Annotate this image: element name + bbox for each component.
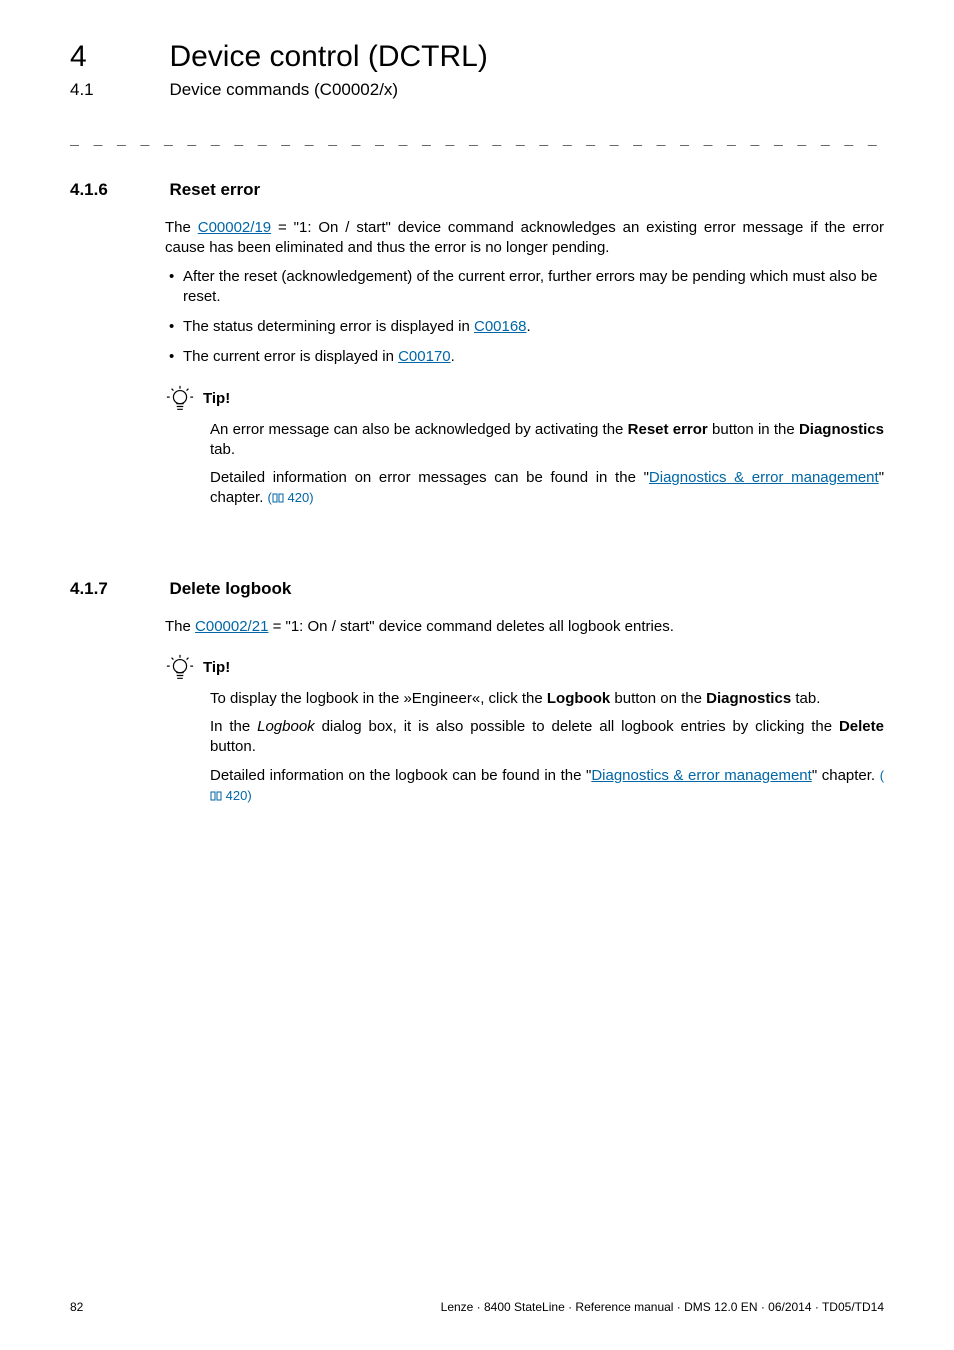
link-diagnostics-error-mgmt[interactable]: Diagnostics & error management [649, 469, 879, 486]
book-icon [210, 788, 222, 806]
divider-dashes: _ _ _ _ _ _ _ _ _ _ _ _ _ _ _ _ _ _ _ _ … [70, 128, 884, 146]
tip-label: Tip! [203, 659, 230, 676]
section-intro: The C00002/21 = "1: On / start" device c… [165, 617, 884, 637]
bullet-list: After the reset (acknowledgement) of the… [165, 267, 884, 368]
tip-para: To display the logbook in the »Engineer«… [210, 689, 884, 709]
link-c00002-21[interactable]: C00002/21 [195, 618, 268, 635]
page-number: 82 [70, 1300, 83, 1314]
link-c00168[interactable]: C00168 [474, 318, 527, 335]
lightbulb-icon [165, 653, 195, 683]
tip-para: In the Logbook dialog box, it is also po… [210, 717, 884, 758]
lightbulb-icon [165, 384, 195, 414]
book-icon [272, 490, 284, 508]
list-item: The status determining error is displaye… [165, 317, 884, 337]
chapter-number: 4 [70, 40, 165, 74]
tip-label: Tip! [203, 390, 230, 407]
page-footer: 82 Lenze · 8400 StateLine · Reference ma… [70, 1300, 884, 1314]
section-title: Delete logbook [169, 579, 291, 598]
section-number: 4.1.7 [70, 579, 165, 599]
link-c00002-19[interactable]: C00002/19 [198, 219, 271, 236]
chapter-title: Device control (DCTRL) [169, 40, 487, 73]
tip-callout: Tip! [165, 653, 884, 683]
section-number: 4.1.6 [70, 180, 165, 200]
section-delete-logbook: 4.1.7 Delete logbook The C00002/21 = "1:… [70, 579, 884, 807]
tip-para: An error message can also be acknowledge… [210, 420, 884, 461]
list-item: After the reset (acknowledgement) of the… [165, 267, 884, 308]
link-c00170[interactable]: C00170 [398, 348, 451, 365]
tip-body: An error message can also be acknowledge… [210, 420, 884, 509]
list-item: The current error is displayed in C00170… [165, 347, 884, 367]
section-reset-error: 4.1.6 Reset error The C00002/19 = "1: On… [70, 180, 884, 509]
tip-para: Detailed information on error messages c… [210, 468, 884, 509]
footer-text: Lenze · 8400 StateLine · Reference manua… [441, 1300, 884, 1314]
page-ref[interactable]: ( 420) [268, 490, 314, 505]
tip-callout: Tip! [165, 384, 884, 414]
subchapter-number: 4.1 [70, 80, 165, 100]
tip-para: Detailed information on the logbook can … [210, 766, 884, 807]
section-title: Reset error [169, 180, 260, 199]
tip-body: To display the logbook in the »Engineer«… [210, 689, 884, 806]
section-intro: The C00002/19 = "1: On / start" device c… [165, 218, 884, 259]
link-diagnostics-error-mgmt[interactable]: Diagnostics & error management [591, 767, 812, 784]
chapter-header: 4 Device control (DCTRL) [70, 40, 884, 74]
subchapter-title: Device commands (C00002/x) [169, 80, 398, 99]
subchapter-header: 4.1 Device commands (C00002/x) [70, 74, 884, 100]
